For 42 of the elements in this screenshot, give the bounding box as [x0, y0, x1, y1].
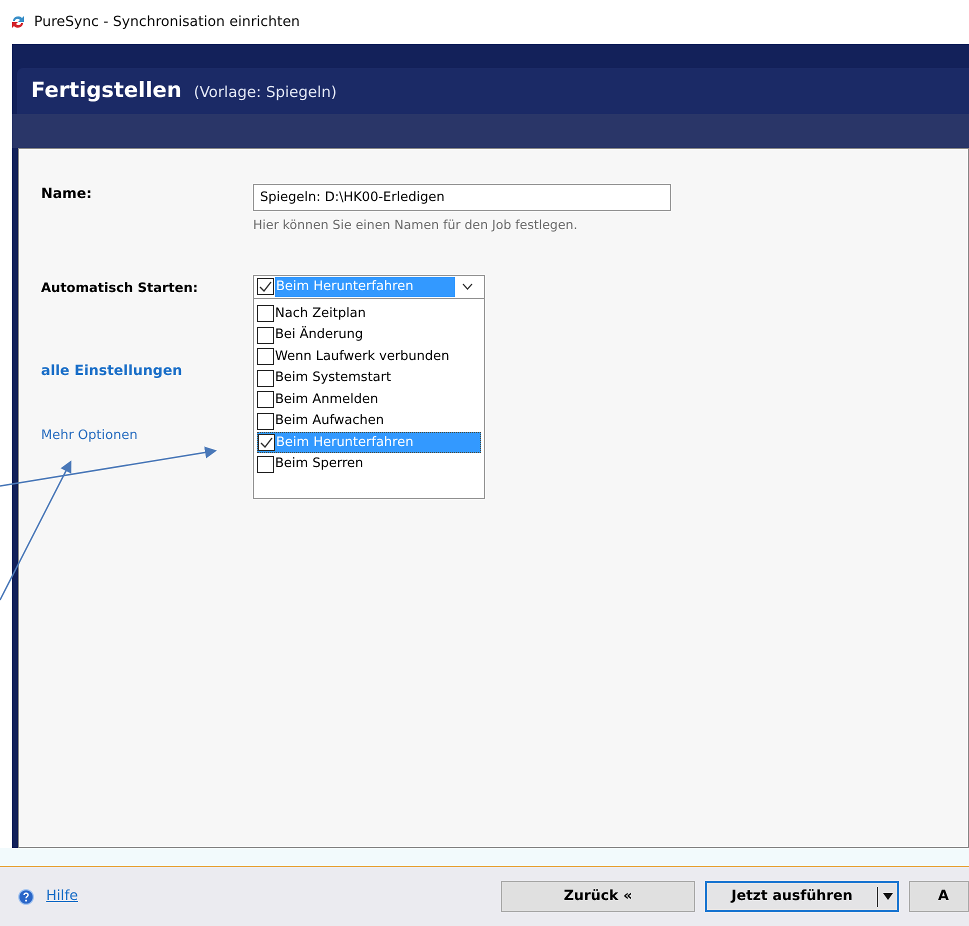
- dropdown-option[interactable]: Beim Systemstart: [257, 367, 481, 389]
- dropdown-option[interactable]: Wenn Laufwerk verbunden: [257, 346, 481, 368]
- checkmark-icon: [259, 281, 272, 292]
- name-input-field[interactable]: Spiegeln: D:\HK00-Erledigen: [253, 184, 671, 211]
- dropdown-option[interactable]: Beim Anmelden: [257, 388, 481, 410]
- option-label: Beim Herunterfahren: [276, 434, 414, 452]
- option-label: Nach Zeitplan: [275, 304, 366, 323]
- help-icon: [18, 886, 34, 906]
- checkbox[interactable]: [257, 278, 274, 296]
- footer-button[interactable]: A: [909, 881, 969, 912]
- options-link[interactable]: Mehr Optionen: [41, 426, 253, 445]
- checkbox[interactable]: [257, 370, 274, 386]
- checkbox[interactable]: [257, 326, 274, 344]
- checkbox[interactable]: [258, 434, 275, 451]
- dropdown-option[interactable]: Beim Sperren: [257, 453, 481, 475]
- option-label: Wenn Laufwerk verbunden: [275, 348, 450, 366]
- dropdown-option[interactable]: Beim Aufwachen: [257, 410, 481, 432]
- checkbox[interactable]: [257, 348, 274, 365]
- option-label: Beim Aufwachen: [275, 412, 384, 430]
- help-link[interactable]: Hilfe: [46, 886, 78, 907]
- checkbox[interactable]: [257, 391, 274, 408]
- hint-text: Hier können Sie einen Namen für den Job festlegen.: [253, 216, 578, 234]
- field-label: Name:: [41, 185, 93, 204]
- settings-link[interactable]: alle Einstellungen: [41, 360, 253, 382]
- checkbox[interactable]: [257, 305, 274, 322]
- page-subtitle: (Vorlage: Spiegeln): [194, 82, 337, 104]
- checkbox[interactable]: [257, 412, 274, 430]
- caret-down-icon: [882, 893, 892, 900]
- option-label: Beim Anmelden: [275, 390, 378, 409]
- window-title: PureSync - Synchronisation einrichten: [34, 12, 300, 32]
- field-label: Automatisch Starten:: [41, 280, 199, 298]
- option-label: Bei Änderung: [275, 325, 364, 344]
- checkmark-icon: [260, 437, 273, 448]
- dropdown-option[interactable]: Nach Zeitplan: [257, 302, 481, 324]
- option-label: Beim Sperren: [275, 455, 364, 474]
- footer-button[interactable]: Zurück «: [501, 881, 695, 912]
- selected-value: Beim Herunterfahren: [275, 277, 455, 296]
- page-title: Fertigstellen: [31, 77, 182, 104]
- checkbox[interactable]: [257, 456, 274, 472]
- option-label: Beim Systemstart: [275, 369, 392, 388]
- run-now-button[interactable]: Jetzt ausführen: [705, 881, 899, 912]
- dropdown-option[interactable]: Bei Änderung: [257, 324, 481, 346]
